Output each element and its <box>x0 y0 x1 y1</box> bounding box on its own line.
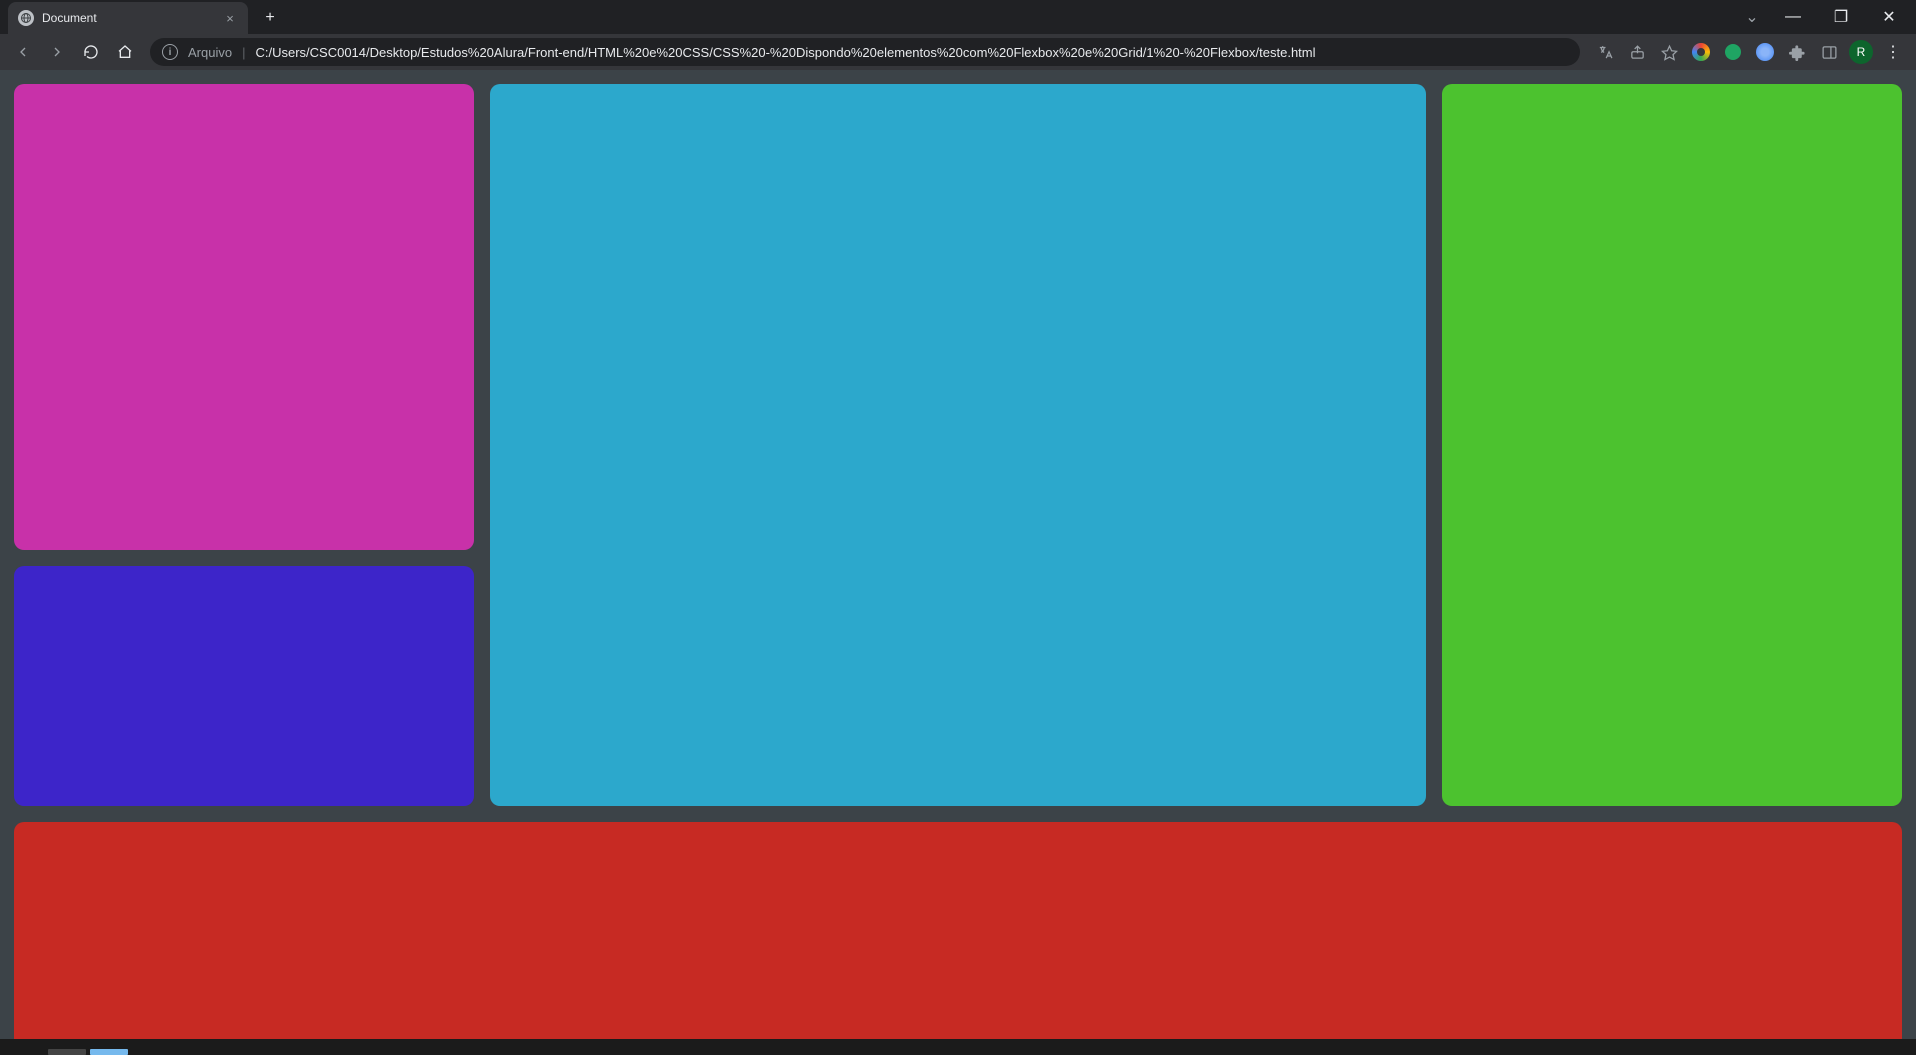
box-green <box>1442 84 1902 806</box>
side-panel-icon[interactable] <box>1814 37 1844 67</box>
window-close-button[interactable]: ✕ <box>1866 3 1912 31</box>
extension-gear-icon[interactable] <box>1750 37 1780 67</box>
nav-home-button[interactable] <box>110 37 140 67</box>
box-blue <box>14 566 474 806</box>
window-minimize-button[interactable]: — <box>1770 3 1816 31</box>
globe-icon <box>18 10 34 26</box>
box-red <box>14 822 1902 1039</box>
site-info-icon[interactable]: i <box>162 44 178 60</box>
window-controls: ⌄ — ❐ ✕ <box>1736 0 1916 34</box>
box-cyan <box>490 84 1426 806</box>
avatar-initial: R <box>1849 40 1873 64</box>
url-divider: | <box>242 45 245 60</box>
browser-titlebar: Document × + ⌄ — ❐ ✕ <box>0 0 1916 34</box>
url-text: C:/Users/CSC0014/Desktop/Estudos%20Alura… <box>255 45 1315 60</box>
os-taskbar[interactable] <box>0 1039 1916 1055</box>
profile-avatar[interactable]: R <box>1846 37 1876 67</box>
share-icon[interactable] <box>1622 37 1652 67</box>
browser-tab[interactable]: Document × <box>8 2 248 34</box>
url-scheme: Arquivo <box>188 45 232 60</box>
extensions-puzzle-icon[interactable] <box>1782 37 1812 67</box>
translate-icon[interactable] <box>1590 37 1620 67</box>
page-viewport <box>0 70 1916 1039</box>
browser-menu-button[interactable]: ⋮ <box>1878 37 1908 67</box>
nav-forward-button[interactable] <box>42 37 72 67</box>
grid-container <box>14 84 1902 1039</box>
nav-back-button[interactable] <box>8 37 38 67</box>
taskbar-app[interactable] <box>48 1049 86 1055</box>
extension-green-icon[interactable] <box>1718 37 1748 67</box>
toolbar-right-group: R ⋮ <box>1590 37 1908 67</box>
taskbar-app-active[interactable] <box>90 1049 128 1055</box>
tab-search-button[interactable]: ⌄ <box>1736 3 1768 31</box>
address-bar[interactable]: i Arquivo | C:/Users/CSC0014/Desktop/Est… <box>150 38 1580 66</box>
close-tab-button[interactable]: × <box>222 10 238 26</box>
tab-title: Document <box>42 11 214 25</box>
window-maximize-button[interactable]: ❐ <box>1818 3 1864 31</box>
bookmark-star-icon[interactable] <box>1654 37 1684 67</box>
extension-colorwheel-icon[interactable] <box>1686 37 1716 67</box>
browser-toolbar: i Arquivo | C:/Users/CSC0014/Desktop/Est… <box>0 34 1916 70</box>
new-tab-button[interactable]: + <box>256 4 284 32</box>
box-pink <box>14 84 474 550</box>
nav-reload-button[interactable] <box>76 37 106 67</box>
